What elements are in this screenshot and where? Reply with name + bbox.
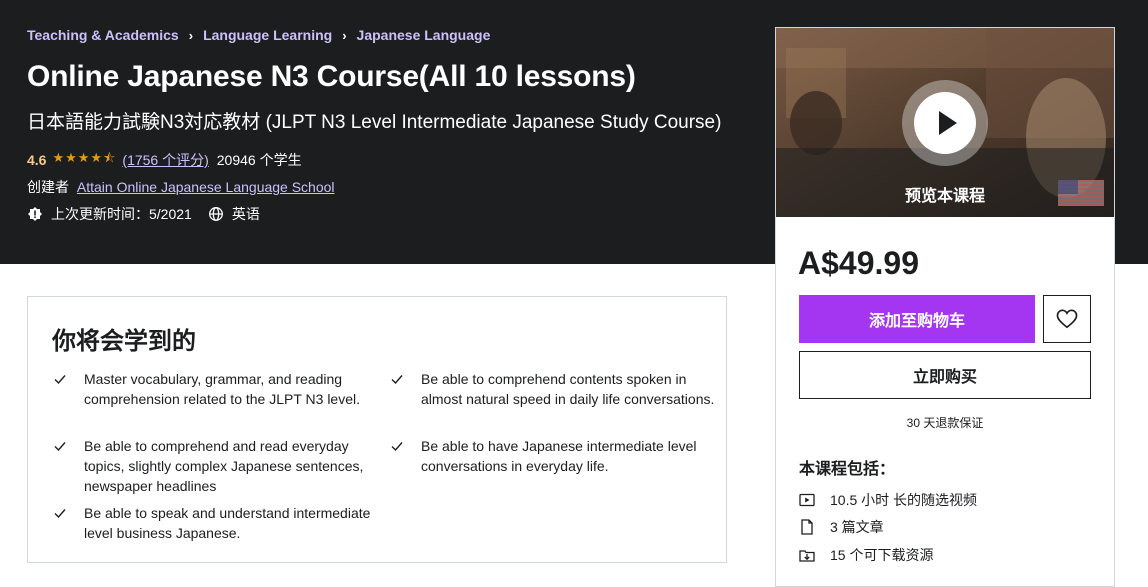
learn-item-text: Be able to comprehend contents spoken in…: [421, 371, 715, 407]
video-icon: [799, 492, 815, 508]
play-button[interactable]: [902, 80, 988, 166]
list-item: 10.5 小时 长的随选视频: [799, 486, 977, 514]
includes-list: 10.5 小时 长的随选视频 3 篇文章 15 个可下载资源: [799, 486, 977, 569]
check-icon: [52, 505, 68, 521]
what-you-will-learn: 你将会学到的 Master vocabulary, grammar, and r…: [27, 296, 727, 563]
breadcrumb-japanese-language[interactable]: Japanese Language: [357, 27, 491, 43]
breadcrumb: Teaching & Academics › Language Learning…: [27, 27, 490, 43]
star-rating-icon: ★★★★⯪: [52, 150, 117, 165]
learn-item: Be able to have Japanese intermediate le…: [389, 436, 716, 476]
learn-item: Be able to comprehend and read everyday …: [52, 436, 379, 496]
money-back-guarantee: 30 天退款保证: [906, 416, 984, 430]
learn-item-text: Master vocabulary, grammar, and reading …: [84, 371, 361, 407]
course-title: Online Japanese N3 Course(All 10 lessons…: [27, 60, 636, 93]
rating-value: 4.6: [27, 152, 47, 168]
include-article-text: 3 篇文章: [830, 519, 884, 536]
includes-title: 本课程包括：: [799, 461, 896, 478]
rating-count-link[interactable]: (1756 个评分): [122, 150, 208, 170]
learn-item: Be able to speak and understand intermed…: [52, 503, 379, 543]
heart-icon: [1056, 309, 1078, 329]
list-item: 15 个可下载资源: [799, 541, 977, 569]
breadcrumb-teaching-academics[interactable]: Teaching & Academics: [27, 27, 179, 43]
creator-row: 创建者 Attain Online Japanese Language Scho…: [27, 177, 335, 197]
chevron-right-icon: ›: [188, 27, 194, 43]
buy-now-button[interactable]: 立即购买: [799, 351, 1091, 399]
check-icon: [389, 371, 405, 387]
add-to-cart-button[interactable]: 添加至购物车: [799, 295, 1035, 343]
course-preview[interactable]: 预览本课程: [776, 28, 1114, 217]
learn-item: Be able to comprehend contents spoken in…: [389, 369, 716, 409]
meta-row: 上次更新时间：5/2021 英语: [27, 204, 260, 224]
breadcrumb-language-learning[interactable]: Language Learning: [203, 27, 332, 43]
last-updated: 上次更新时间：5/2021: [51, 206, 192, 222]
include-resources-text: 15 个可下载资源: [830, 546, 934, 563]
learn-item-text: Be able to have Japanese intermediate le…: [421, 438, 697, 474]
creator-link[interactable]: Attain Online Japanese Language School: [77, 179, 335, 195]
list-item: 3 篇文章: [799, 514, 977, 542]
download-icon: [799, 547, 815, 563]
globe-icon: [208, 206, 224, 222]
alert-badge-icon: [27, 206, 43, 222]
play-icon: [914, 92, 976, 154]
learn-title: 你将会学到的: [52, 328, 196, 355]
include-video-text: 10.5 小时 长的随选视频: [830, 491, 978, 508]
learn-item: Master vocabulary, grammar, and reading …: [52, 369, 379, 409]
learn-item-text: Be able to comprehend and read everyday …: [84, 438, 364, 494]
purchase-card: 预览本课程 A$49.99 添加至购物车 立即购买 30 天退款保证 本课程包括…: [775, 27, 1115, 587]
check-icon: [52, 438, 68, 454]
check-icon: [52, 371, 68, 387]
creator-label: 创建者: [27, 179, 69, 195]
learn-item-text: Be able to speak and understand intermed…: [84, 505, 371, 541]
course-subtitle: 日本語能力試験N3対応教材 (JLPT N3 Level Intermediat…: [27, 112, 722, 133]
article-icon: [799, 519, 815, 535]
us-flag-icon: [1058, 180, 1104, 206]
student-count: 20946 个学生: [216, 152, 302, 168]
price: A$49.99: [798, 245, 919, 281]
wishlist-button[interactable]: [1043, 295, 1091, 343]
rating-row: 4.6 ★★★★⯪ (1756 个评分) 20946 个学生: [27, 149, 302, 171]
check-icon: [389, 438, 405, 454]
chevron-right-icon: ›: [342, 27, 347, 43]
course-language: 英语: [231, 206, 260, 222]
